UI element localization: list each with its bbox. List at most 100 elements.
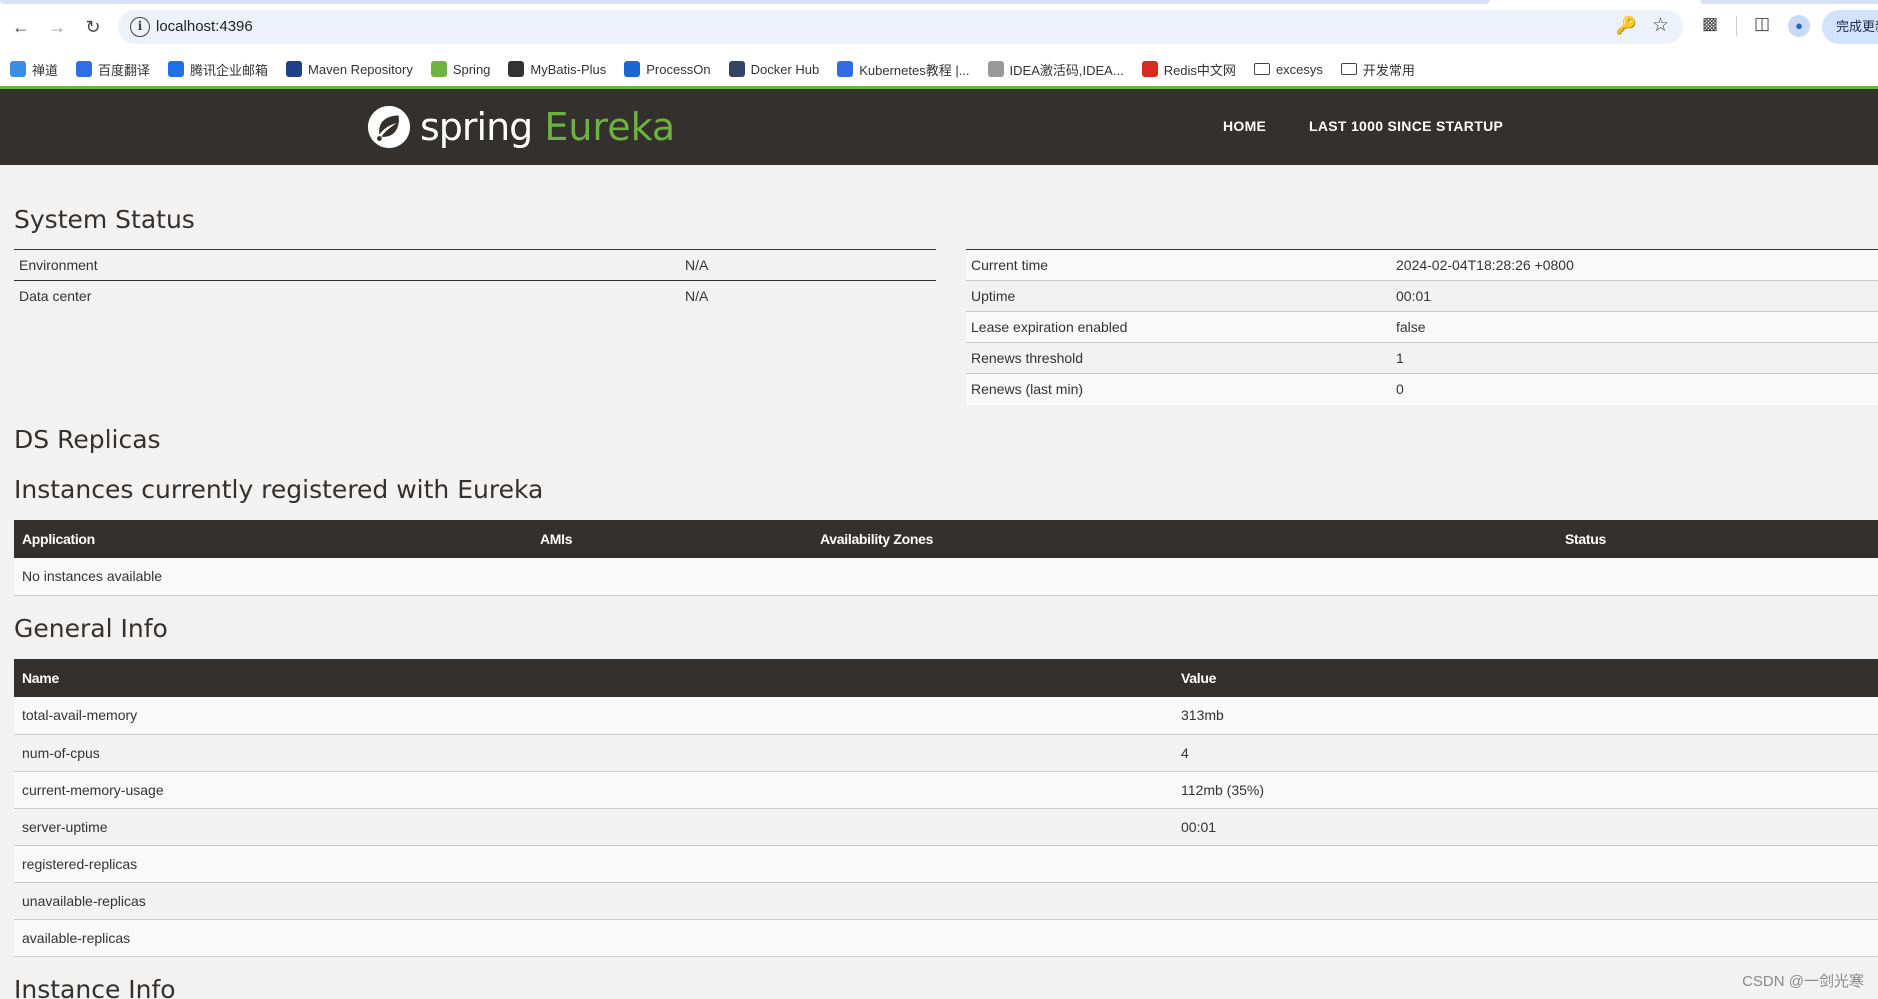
tab-strip-right: [1700, 0, 1878, 4]
status-value: 2024-02-04T18:28:26 +0800: [1391, 249, 1878, 281]
system-status-heading: System Status: [14, 205, 195, 234]
info-name: num-of-cpus: [14, 734, 1173, 772]
profile-avatar-icon[interactable]: ●: [1788, 15, 1810, 37]
instances-table: Application AMIs Availability Zones Stat…: [14, 520, 1878, 596]
instance-info-heading: Instance Info: [14, 975, 176, 999]
brand-eureka: Eureka: [544, 105, 676, 149]
bookmark-item[interactable]: Spring: [430, 61, 490, 77]
system-status-right-table: Current time 2024-02-04T18:28:26 +0800 Upt…: [966, 249, 1878, 405]
bookmark-label: MyBatis-Plus: [530, 61, 607, 77]
bookmark-label: Docker Hub: [750, 61, 820, 77]
info-value: 00:01: [1173, 808, 1878, 846]
idea-icon: [987, 61, 1004, 77]
bookmark-item[interactable]: 百度翻译: [76, 60, 150, 79]
col-value: Value: [1173, 659, 1878, 697]
status-key: Current time: [966, 249, 1391, 281]
extensions-icon[interactable]: ▩: [1698, 14, 1722, 38]
spring-eureka-logo[interactable]: spring Eureka: [366, 99, 675, 155]
col-application: Application: [14, 520, 532, 558]
bookmark-item[interactable]: MyBatis-Plus: [508, 61, 606, 77]
status-key: Data center: [14, 280, 680, 312]
update-button[interactable]: 完成更新: [1822, 10, 1878, 44]
bookmark-item[interactable]: Kubernetes教程 |...: [837, 60, 970, 79]
bookmark-label: Maven Repository: [308, 61, 413, 77]
bookmarks-bar: 禅道 百度翻译 腾讯企业邮箱 Maven Repository Spring MyBati…: [0, 52, 1878, 86]
table-row: No instances available: [14, 558, 1878, 596]
bookmark-item[interactable]: 腾讯企业邮箱: [168, 60, 268, 79]
spring-leaf-icon: [367, 105, 411, 149]
bookmark-item[interactable]: Docker Hub: [728, 61, 820, 77]
csdn-watermark: CSDN @一剑光寒: [1742, 973, 1864, 990]
nav-last-1000-link[interactable]: LAST 1000 SINCE STARTUP: [1309, 118, 1503, 134]
general-header-row: Name Value: [14, 659, 1878, 697]
bookmark-star-icon[interactable]: ☆: [1652, 14, 1669, 37]
bookmark-label: ProcessOn: [646, 61, 711, 77]
status-row: Renews (last min) 0: [966, 373, 1878, 405]
bookmark-item[interactable]: 禅道: [10, 60, 58, 79]
address-bar[interactable]: i localhost:4396 🔑 ☆: [118, 10, 1683, 44]
info-value: [1173, 845, 1878, 883]
processon-icon: [624, 61, 641, 77]
table-row: registered-replicas: [14, 845, 1878, 883]
status-value: 0: [1391, 373, 1878, 405]
info-name: total-avail-memory: [14, 697, 1173, 735]
info-value: 112mb (35%): [1173, 771, 1878, 809]
bookmark-item[interactable]: IDEA激活码,IDEA...: [987, 60, 1124, 79]
bookmark-label: 百度翻译: [98, 62, 151, 78]
redis-icon: [1141, 61, 1158, 77]
general-info-heading: General Info: [14, 614, 168, 643]
general-info-table: Name Value total-avail-memory 313mb num-of…: [14, 659, 1878, 957]
col-availability-zones: Availability Zones: [812, 520, 1557, 558]
kubernetes-icon: [837, 61, 854, 77]
status-row: Uptime 00:01: [966, 280, 1878, 312]
bookmark-label: excesys: [1275, 61, 1323, 77]
bookmark-label: Kubernetes教程 |...: [859, 62, 970, 78]
table-row: num-of-cpus 4: [14, 734, 1878, 772]
app-header: spring Eureka HOME LAST 1000 SINCE START…: [0, 89, 1878, 165]
tencent-mail-icon: [168, 61, 185, 77]
status-row: Lease expiration enabled false: [966, 311, 1878, 343]
status-key: Environment: [14, 249, 680, 281]
spring-icon: [430, 61, 447, 77]
status-value: false: [1391, 311, 1878, 343]
bookmark-item[interactable]: Maven Repository: [286, 61, 413, 77]
browser-toolbar: ← → ↻ i localhost:4396 🔑 ☆ ▩ ◫ ● 完成更新: [0, 0, 1878, 52]
info-value: 313mb: [1173, 697, 1878, 735]
bookmark-item[interactable]: ProcessOn: [624, 61, 711, 77]
bookmark-label: 禅道: [32, 62, 59, 78]
table-row: total-avail-memory 313mb: [14, 697, 1878, 735]
reload-icon[interactable]: ↻: [78, 12, 108, 42]
docker-icon: [728, 61, 745, 77]
info-value: [1173, 919, 1878, 957]
status-row: Environment N/A: [14, 249, 936, 281]
status-value: 00:01: [1391, 280, 1878, 312]
site-info-icon[interactable]: i: [130, 17, 150, 37]
table-row: unavailable-replicas: [14, 882, 1878, 920]
toolbar-divider: [1736, 16, 1737, 36]
side-panel-icon[interactable]: ◫: [1750, 14, 1774, 38]
no-instances-text: No instances available: [14, 558, 1878, 596]
status-key: Uptime: [966, 280, 1391, 312]
brand-spring: spring: [420, 105, 533, 149]
nav-home-link[interactable]: HOME: [1223, 118, 1266, 134]
ds-replicas-heading: DS Replicas: [14, 425, 161, 454]
back-icon[interactable]: ←: [6, 12, 36, 42]
maven-icon: [286, 61, 303, 77]
zentao-icon: [10, 61, 26, 77]
status-row: Data center N/A: [14, 280, 936, 312]
bookmark-item[interactable]: 开发常用: [1340, 60, 1415, 79]
password-key-icon[interactable]: 🔑: [1616, 16, 1637, 36]
status-key: Renews (last min): [966, 373, 1391, 405]
system-status-left-table: Environment N/A Data center N/A: [14, 249, 936, 312]
info-name: current-memory-usage: [14, 771, 1173, 809]
info-name: registered-replicas: [14, 845, 1173, 883]
forward-icon[interactable]: →: [42, 12, 72, 42]
mybatis-icon: [508, 61, 525, 77]
status-row: Current time 2024-02-04T18:28:26 +0800: [966, 249, 1878, 281]
bookmark-item[interactable]: excesys: [1253, 61, 1323, 77]
url-text[interactable]: localhost:4396: [156, 18, 253, 35]
status-value: 1: [1391, 342, 1878, 374]
bookmark-item[interactable]: Redis中文网: [1141, 60, 1236, 79]
table-row: server-uptime 00:01: [14, 808, 1878, 846]
col-status: Status: [1557, 520, 1878, 558]
